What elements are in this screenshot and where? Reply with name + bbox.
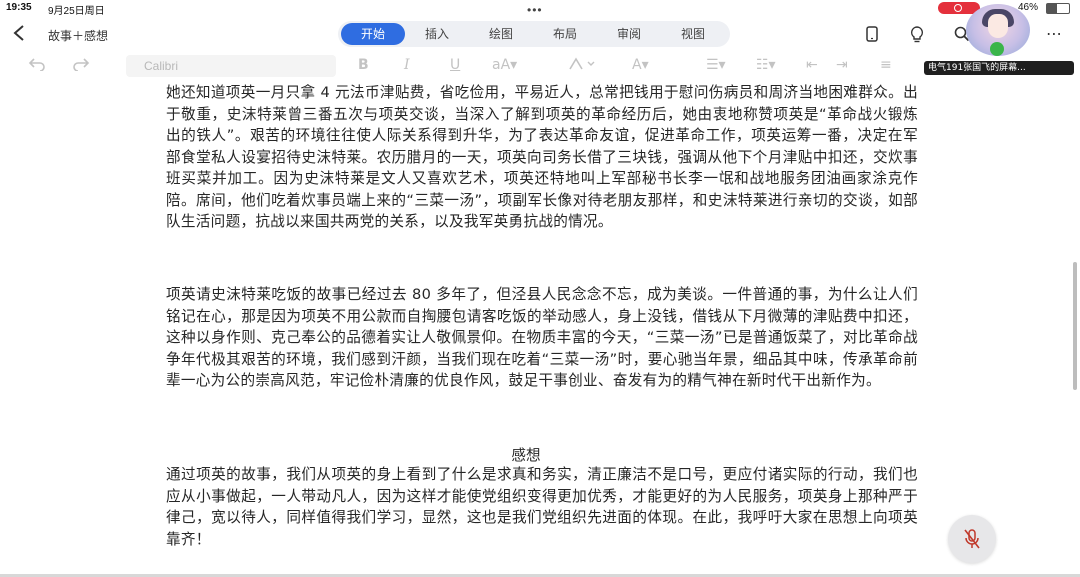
italic-icon[interactable]: I [404,57,410,73]
status-date: 9月25日周日 [48,6,105,17]
decrease-indent-icon[interactable]: ⇤ [806,57,818,73]
tab-home[interactable]: 开始 [341,23,405,45]
paragraph-2: 项英请史沫特莱吃饭的故事已经过去 80 多年了，但泾县人民念念不忘，成为美谈。一… [166,284,918,392]
paragraph-1-text: 她还知道项英一月只拿 4 元法币津贴费，省吃俭用，平易近人，总常把钱用于慰问伤病… [166,84,918,230]
mobile-view-icon[interactable] [866,26,878,46]
font-name-field[interactable]: Calibri [126,55,336,77]
highlight-icon[interactable] [568,57,598,75]
paragraph-3: 通过项英的故事，我们从项英的身上看到了什么是求真和务实，清正廉洁不是口号，更应付… [166,464,918,550]
formatting-toolbar: Calibri B I U aA▾ A▾ ☰▾ ☷▾ ⇤ ⇥ ≡ [0,53,1080,79]
more-options-icon[interactable]: ⋯ [1046,24,1062,43]
back-chevron-icon[interactable] [12,23,26,47]
increase-indent-icon[interactable]: ⇥ [836,57,848,73]
bullet-list-icon[interactable]: ☰▾ [706,57,726,73]
document-title: 故事＋感想 [48,29,109,43]
paragraph-3-text: 通过项英的故事，我们从项英的身上看到了什么是求真和务实，清正廉洁不是口号，更应付… [166,466,918,548]
status-time: 19:35 [6,2,32,13]
redo-icon[interactable] [72,57,90,75]
paragraph-2-text: 项英请史沫特莱吃饭的故事已经过去 80 多年了，但泾县人民念念不忘，成为美谈。一… [166,286,918,389]
ribbon-tabs: 开始 插入 绘图 布局 审阅 视图 [338,21,730,47]
lightbulb-icon[interactable] [910,26,924,47]
multitask-dots-icon[interactable]: ••• [527,3,543,17]
mute-microphone-button[interactable] [948,515,996,563]
status-bar: 19:35 9月25日周日 ••• 46% [0,0,1080,17]
battery-icon [1046,3,1070,14]
avatar-face [988,14,1008,38]
paragraph-1: 她还知道项英一月只拿 4 元法币津贴费，省吃俭用，平易近人，总常把钱用于慰问伤病… [166,82,918,233]
vertical-scrollbar[interactable] [1073,262,1077,390]
document-header: 故事＋感想 开始 插入 绘图 布局 审阅 视图 ⋯ [0,18,1080,50]
microphone-muted-icon [963,528,981,554]
align-icon[interactable]: ≡ [880,57,892,73]
bold-icon[interactable]: B [358,57,369,73]
tab-insert[interactable]: 插入 [405,23,469,45]
font-size-icon[interactable]: aA▾ [492,57,517,73]
screen-share-banner[interactable]: 电气191张国飞的屏幕... [924,61,1074,75]
section-heading: 感想 [511,447,541,464]
tab-layout[interactable]: 布局 [533,23,597,45]
document-page[interactable]: 她还知道项英一月只拿 4 元法币津贴费，省吃俭用，平易近人，总常把钱用于慰问伤病… [0,80,1080,577]
numbered-list-icon[interactable]: ☷▾ [756,57,776,73]
tab-draw[interactable]: 绘图 [469,23,533,45]
undo-icon[interactable] [28,57,46,75]
underline-icon[interactable]: U [450,57,460,73]
font-color-icon[interactable]: A▾ [632,57,649,73]
tab-review[interactable]: 审阅 [597,23,661,45]
tab-view[interactable]: 视图 [661,23,725,45]
